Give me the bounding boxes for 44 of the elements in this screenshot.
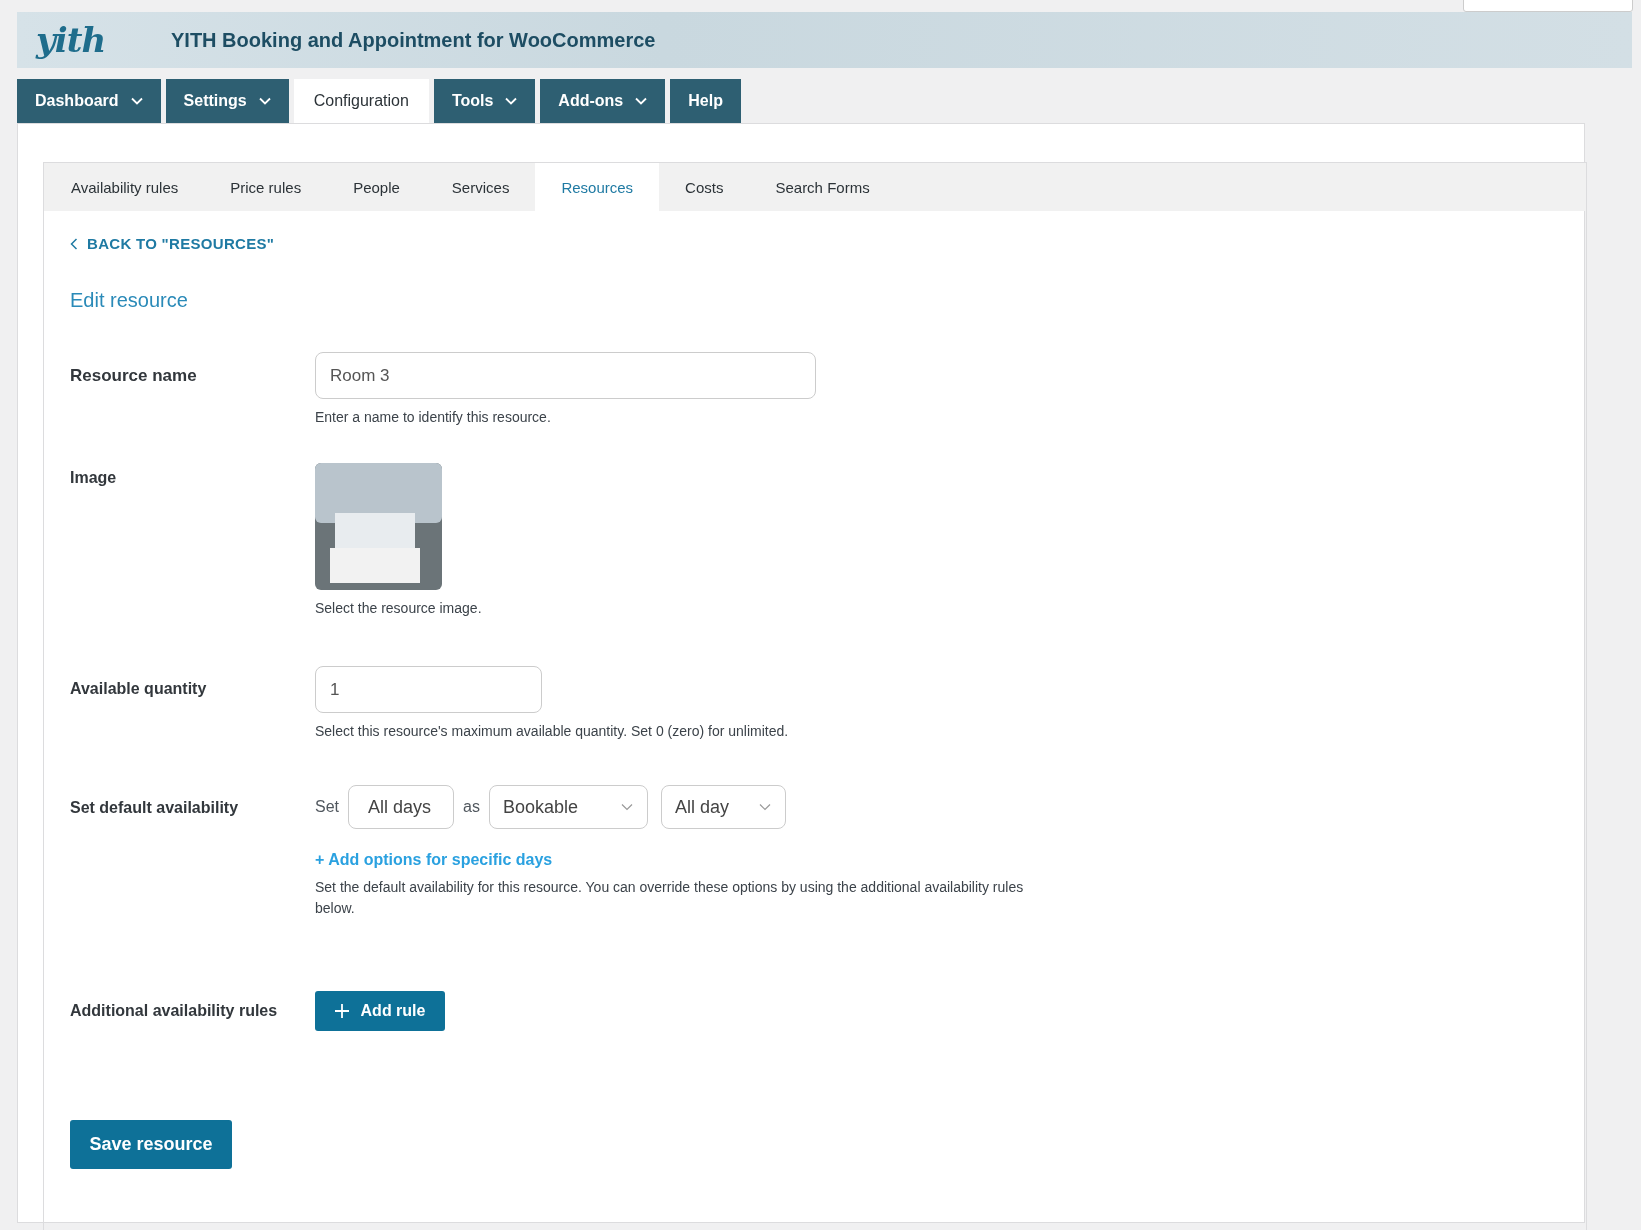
quantity-field[interactable]: 1 (315, 666, 542, 713)
field-label: Resource name (70, 365, 198, 387)
days-field[interactable]: All days (348, 785, 454, 829)
sub-tab[interactable]: People (327, 163, 426, 211)
sub-tab[interactable]: Availability rules (45, 163, 205, 211)
resource-name-field[interactable]: Room 3 (315, 352, 816, 399)
chevron-left-icon (70, 237, 78, 250)
field-label: Set default availability (70, 798, 240, 818)
field-label: Image (70, 468, 118, 488)
add-rule-button[interactable]: Add rule (315, 991, 445, 1031)
chevron-down-icon (635, 97, 648, 105)
main-tab[interactable]: Tools (433, 79, 536, 123)
main-tab[interactable]: Help (670, 79, 741, 123)
main-tab[interactable]: Settings (165, 79, 289, 123)
chevron-down-icon (130, 97, 143, 105)
sub-tab[interactable]: Resources (535, 163, 660, 211)
plus-icon (334, 1004, 349, 1018)
help-text: Enter a name to identify this resource. (315, 409, 551, 425)
chevron-down-icon (619, 803, 634, 811)
field-label: Available quantity (70, 679, 208, 699)
chevron-down-icon (505, 97, 518, 105)
status-dropdown[interactable]: Bookable (488, 785, 648, 829)
set-label: Set (315, 798, 339, 816)
section-heading: Edit resource (70, 289, 188, 312)
logo: yith (36, 20, 107, 60)
main-tab[interactable]: Add-ons (540, 79, 666, 123)
chevron-down-icon (757, 803, 772, 811)
main-tab[interactable]: Configuration (293, 79, 429, 123)
time-dropdown[interactable]: All day (660, 785, 786, 829)
sub-tab[interactable]: Services (425, 163, 536, 211)
sub-tab[interactable]: Search Forms (749, 163, 896, 211)
help-text: Set the default availability for this resource. You can override these options by using the additional availability rules below. (315, 878, 1025, 918)
as-label: as (463, 798, 480, 816)
back-link[interactable]: BACK TO "RESOURCES" (70, 235, 275, 252)
sub-tab[interactable]: Costs (659, 163, 750, 211)
field-label: Additional availability rules (70, 1001, 279, 1021)
chevron-down-icon (258, 97, 271, 105)
help-text: Select this resource's maximum available quantity. Set 0 (zero) for unlimited. (315, 723, 789, 739)
photo-placeholder[interactable] (315, 463, 442, 590)
save-button[interactable]: Save resource (70, 1120, 232, 1169)
main-tab[interactable]: Dashboard (17, 79, 161, 123)
help-text: Select the resource image. (315, 600, 482, 616)
sub-tab[interactable]: Price rules (204, 163, 328, 211)
plugin-title: YITH Booking and Appointment for WooCommerce (171, 28, 656, 52)
